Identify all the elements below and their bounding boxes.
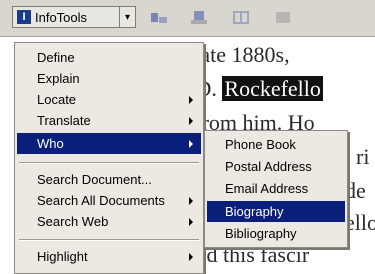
book-tool-icon[interactable]: [274, 10, 292, 25]
menu-item-label: Who: [37, 136, 64, 151]
menu-item-label: Define: [37, 50, 75, 65]
menu-item-search-document[interactable]: Search Document...: [17, 169, 201, 190]
toolbar: I InfoTools ▾: [0, 0, 375, 37]
grid-tool-icon[interactable]: [232, 10, 250, 25]
highlighted-word[interactable]: Rockefello: [222, 76, 323, 101]
submenu-item-label: Biography: [225, 204, 284, 219]
menu-item-define[interactable]: Define: [17, 47, 201, 68]
menu-item-label: Explain: [37, 71, 80, 86]
menu-item-translate[interactable]: Translate: [17, 110, 201, 131]
submenu-item-label: Postal Address: [225, 159, 312, 174]
submenu-arrow-icon: [189, 96, 193, 104]
document-line: de: [345, 178, 366, 203]
who-submenu: Phone Book Postal Address Email Address …: [204, 130, 348, 248]
submenu-item-phone-book[interactable]: Phone Book: [207, 134, 345, 155]
submenu-item-label: Email Address: [225, 181, 309, 196]
infotools-button[interactable]: I InfoTools: [12, 6, 120, 28]
infotools-logo-icon: I: [17, 10, 31, 24]
menu-item-label: Search Web: [37, 214, 109, 229]
submenu-item-postal-address[interactable]: Postal Address: [207, 156, 345, 177]
menu-item-label: Search All Documents: [37, 193, 165, 208]
submenu-arrow-icon: [189, 218, 193, 226]
menu-item-locate[interactable]: Locate: [17, 89, 201, 110]
menu-separator: [19, 162, 199, 164]
submenu-item-label: Phone Book: [225, 137, 296, 152]
infotools-label: InfoTools: [35, 9, 88, 25]
menu-item-label: Highlight: [37, 249, 88, 264]
menu-item-label: Search Document...: [37, 172, 152, 187]
submenu-item-biography[interactable]: Biography: [207, 201, 345, 222]
text-tool-icon[interactable]: [150, 10, 168, 25]
document-tool-icon[interactable]: [190, 10, 208, 25]
menu-item-label: Locate: [37, 92, 77, 107]
menu-item-search-web[interactable]: Search Web: [17, 211, 201, 232]
submenu-item-email-address[interactable]: Email Address: [207, 178, 345, 199]
infotools-menu: Define Explain Locate Translate Who Sear…: [14, 42, 204, 274]
menu-separator: [19, 239, 199, 241]
submenu-arrow-icon: [189, 117, 193, 125]
infotools-dropdown-button[interactable]: ▾: [120, 6, 136, 28]
menu-item-explain[interactable]: Explain: [17, 68, 201, 89]
document-line: ello: [345, 210, 375, 235]
document-line: ri: [356, 144, 370, 169]
submenu-item-bibliography[interactable]: Bibliography: [207, 223, 345, 244]
submenu-arrow-icon: [189, 253, 193, 261]
submenu-arrow-icon: [189, 140, 193, 148]
menu-item-who[interactable]: Who: [17, 133, 201, 154]
menu-item-label: Translate: [37, 113, 91, 128]
menu-item-search-all-documents[interactable]: Search All Documents: [17, 190, 201, 211]
submenu-arrow-icon: [189, 197, 193, 205]
submenu-item-label: Bibliography: [225, 226, 297, 241]
menu-item-highlight[interactable]: Highlight: [17, 246, 201, 267]
